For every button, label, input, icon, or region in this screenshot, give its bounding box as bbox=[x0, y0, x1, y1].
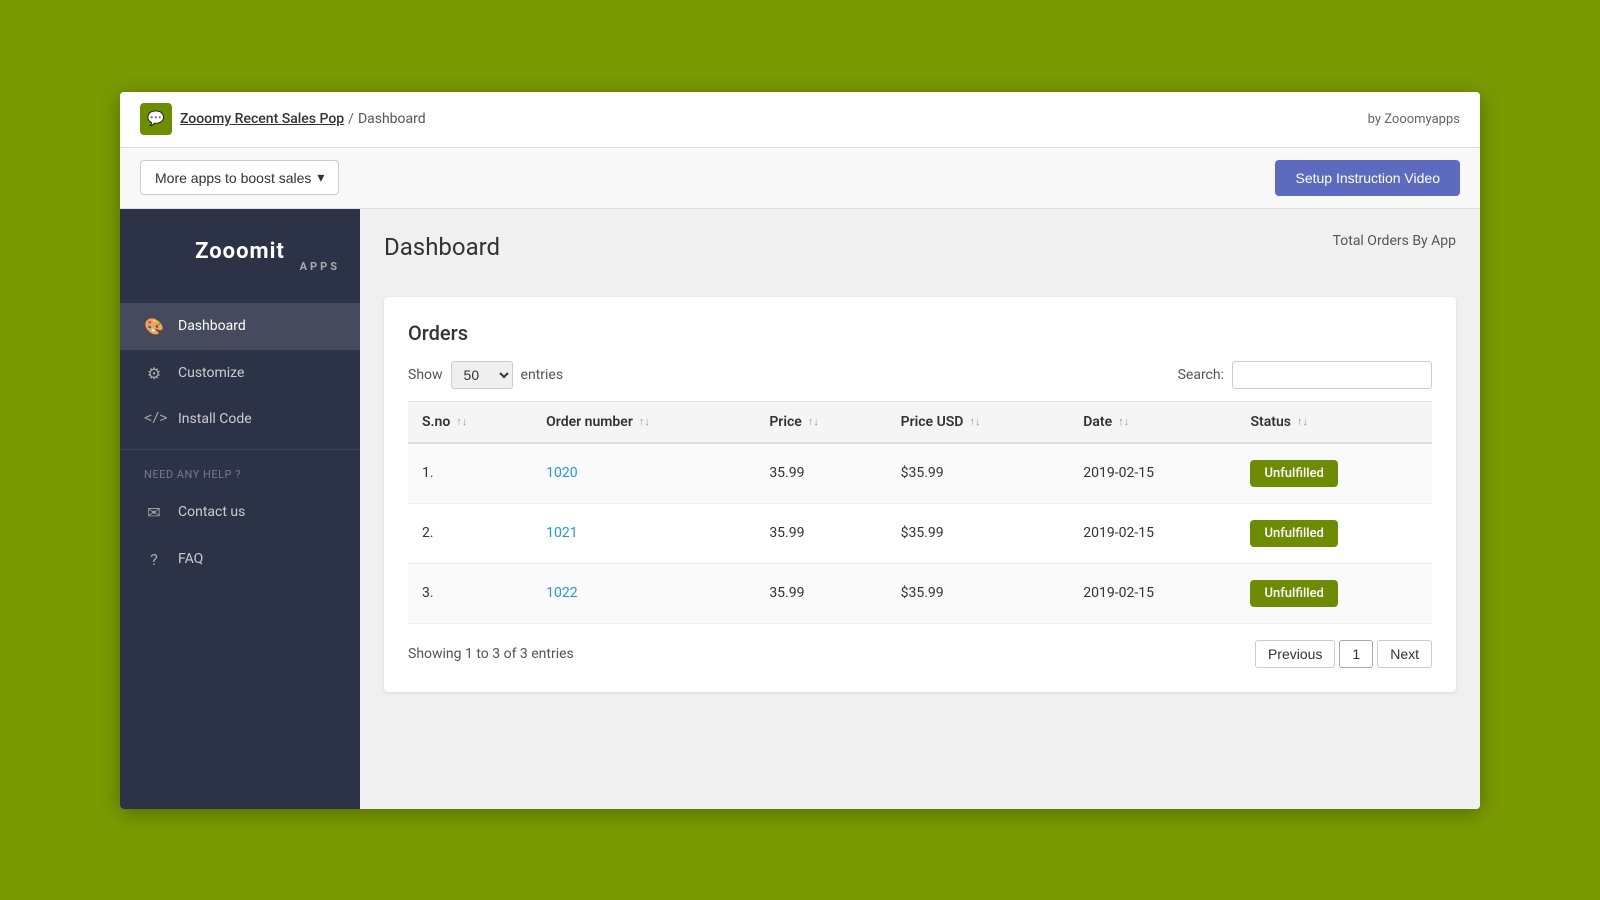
orders-table: S.no ↑↓ Order number ↑↓ bbox=[408, 401, 1432, 624]
help-icon: ? bbox=[144, 550, 164, 569]
show-entries: Show 10 25 50 100 entries bbox=[408, 361, 563, 389]
content-area: Dashboard Total Orders By App Orders Sho… bbox=[360, 209, 1480, 809]
search-label: Search: bbox=[1178, 367, 1224, 383]
table-controls: Show 10 25 50 100 entries Search: bbox=[408, 361, 1432, 389]
sidebar: ZooomitAPPS 🎨 Dashboard ⚙ Customize </> … bbox=[120, 209, 360, 809]
sidebar-nav: 🎨 Dashboard ⚙ Customize </> Install Code… bbox=[120, 303, 360, 809]
help-section-label: NEED ANY HELP ? bbox=[120, 449, 360, 489]
dashboard-icon: 🎨 bbox=[144, 317, 164, 336]
sidebar-logo: ZooomitAPPS bbox=[120, 209, 360, 303]
cell-price-2: 35.99 bbox=[755, 563, 886, 623]
sort-icon-date: ↑↓ bbox=[1118, 415, 1129, 428]
cell-date-1: 2019-02-15 bbox=[1069, 503, 1236, 563]
page-1-button[interactable]: 1 bbox=[1339, 640, 1373, 668]
sort-icon-status: ↑↓ bbox=[1297, 415, 1308, 428]
app-icon: 💬 bbox=[140, 103, 172, 135]
cell-order-number-1: 1021 bbox=[532, 503, 755, 563]
breadcrumb-text: Zooomy Recent Sales Pop / Dashboard bbox=[180, 111, 426, 127]
cell-price-1: 35.99 bbox=[755, 503, 886, 563]
order-link-2[interactable]: 1022 bbox=[546, 585, 577, 601]
logo-sub: APPS bbox=[140, 260, 340, 273]
main-window: 💬 Zooomy Recent Sales Pop / Dashboard by… bbox=[120, 92, 1480, 809]
cell-date-0: 2019-02-15 bbox=[1069, 443, 1236, 504]
code-icon: </> bbox=[144, 411, 164, 426]
cell-sno-1: 2. bbox=[408, 503, 532, 563]
more-apps-button[interactable]: More apps to boost sales ▾ bbox=[140, 160, 339, 195]
search-input[interactable] bbox=[1232, 361, 1432, 389]
orders-title: Orders bbox=[408, 321, 1432, 345]
sidebar-item-label-install-code: Install Code bbox=[178, 411, 252, 427]
table-header-row: S.no ↑↓ Order number ↑↓ bbox=[408, 401, 1432, 443]
status-badge-2: Unfulfilled bbox=[1250, 580, 1337, 607]
cell-status-1: Unfulfilled bbox=[1236, 503, 1432, 563]
pagination: Showing 1 to 3 of 3 entries Previous 1 N… bbox=[408, 640, 1432, 668]
table-row: 1. 1020 35.99 $35.99 2019-02-15 Unfulfil… bbox=[408, 443, 1432, 504]
orders-card: Orders Show 10 25 50 100 entries bbox=[384, 297, 1456, 692]
col-sno[interactable]: S.no ↑↓ bbox=[408, 401, 532, 443]
cell-status-2: Unfulfilled bbox=[1236, 563, 1432, 623]
entries-label: entries bbox=[521, 367, 564, 383]
search-control: Search: bbox=[1178, 361, 1432, 389]
next-button[interactable]: Next bbox=[1377, 640, 1432, 668]
breadcrumb-app-name[interactable]: Zooomy Recent Sales Pop bbox=[180, 111, 344, 127]
cell-date-2: 2019-02-15 bbox=[1069, 563, 1236, 623]
page-controls: Previous 1 Next bbox=[1255, 640, 1432, 668]
col-price[interactable]: Price ↑↓ bbox=[755, 401, 886, 443]
sort-icon-sno: ↑↓ bbox=[456, 415, 467, 428]
col-price-usd[interactable]: Price USD ↑↓ bbox=[887, 401, 1070, 443]
order-link-1[interactable]: 1021 bbox=[546, 525, 577, 541]
action-bar: More apps to boost sales ▾ Setup Instruc… bbox=[120, 148, 1480, 209]
sidebar-item-faq[interactable]: ? FAQ bbox=[120, 536, 360, 583]
sidebar-item-label-dashboard: Dashboard bbox=[178, 318, 246, 334]
breadcrumb: 💬 Zooomy Recent Sales Pop / Dashboard bbox=[140, 103, 426, 135]
main-layout: ZooomitAPPS 🎨 Dashboard ⚙ Customize </> … bbox=[120, 209, 1480, 809]
col-date[interactable]: Date ↑↓ bbox=[1069, 401, 1236, 443]
by-label: by Zooomyapps bbox=[1368, 112, 1460, 127]
cell-price-0: 35.99 bbox=[755, 443, 886, 504]
cell-sno-2: 3. bbox=[408, 563, 532, 623]
order-link-0[interactable]: 1020 bbox=[546, 465, 577, 481]
show-label: Show bbox=[408, 367, 443, 383]
sort-icon-order-number: ↑↓ bbox=[639, 415, 650, 428]
sidebar-item-install-code[interactable]: </> Install Code bbox=[120, 397, 360, 441]
content-header: Dashboard Total Orders By App bbox=[384, 233, 1456, 277]
chevron-down-icon: ▾ bbox=[317, 169, 324, 186]
cell-price-usd-2: $35.99 bbox=[887, 563, 1070, 623]
col-status[interactable]: Status ↑↓ bbox=[1236, 401, 1432, 443]
gear-icon: ⚙ bbox=[144, 364, 164, 383]
sidebar-item-customize[interactable]: ⚙ Customize bbox=[120, 350, 360, 397]
table-row: 3. 1022 35.99 $35.99 2019-02-15 Unfulfil… bbox=[408, 563, 1432, 623]
status-badge-1: Unfulfilled bbox=[1250, 520, 1337, 547]
col-order-number[interactable]: Order number ↑↓ bbox=[532, 401, 755, 443]
sidebar-item-label-customize: Customize bbox=[178, 365, 244, 381]
sort-icon-price-usd: ↑↓ bbox=[969, 415, 980, 428]
showing-text: Showing 1 to 3 of 3 entries bbox=[408, 646, 574, 662]
total-orders-label: Total Orders By App bbox=[1333, 233, 1456, 249]
cell-order-number-0: 1020 bbox=[532, 443, 755, 504]
setup-video-button[interactable]: Setup Instruction Video bbox=[1275, 160, 1460, 196]
cell-sno-0: 1. bbox=[408, 443, 532, 504]
cell-price-usd-0: $35.99 bbox=[887, 443, 1070, 504]
breadcrumb-current: Dashboard bbox=[358, 111, 426, 127]
breadcrumb-separator: / bbox=[348, 111, 354, 127]
logo-text: ZooomitAPPS bbox=[140, 239, 340, 273]
sidebar-item-label-contact: Contact us bbox=[178, 504, 245, 520]
table-row: 2. 1021 35.99 $35.99 2019-02-15 Unfulfil… bbox=[408, 503, 1432, 563]
cell-status-0: Unfulfilled bbox=[1236, 443, 1432, 504]
cell-price-usd-1: $35.99 bbox=[887, 503, 1070, 563]
top-bar: 💬 Zooomy Recent Sales Pop / Dashboard by… bbox=[120, 92, 1480, 148]
sort-icon-price: ↑↓ bbox=[808, 415, 819, 428]
status-badge-0: Unfulfilled bbox=[1250, 460, 1337, 487]
sidebar-item-dashboard[interactable]: 🎨 Dashboard bbox=[120, 303, 360, 350]
cell-order-number-2: 1022 bbox=[532, 563, 755, 623]
page-title: Dashboard bbox=[384, 233, 500, 261]
more-apps-label: More apps to boost sales bbox=[155, 170, 311, 186]
entries-select[interactable]: 10 25 50 100 bbox=[451, 361, 513, 389]
sidebar-item-contact[interactable]: ✉ Contact us bbox=[120, 489, 360, 536]
mail-icon: ✉ bbox=[144, 503, 164, 522]
previous-button[interactable]: Previous bbox=[1255, 640, 1335, 668]
sidebar-item-label-faq: FAQ bbox=[178, 551, 203, 567]
